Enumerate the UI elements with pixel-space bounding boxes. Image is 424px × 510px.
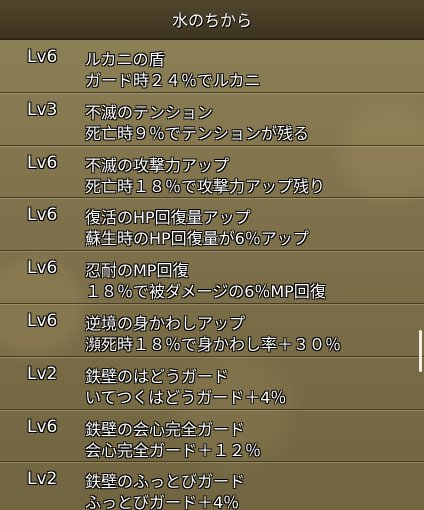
skill-level: Lv6: [27, 258, 58, 279]
skill-level: Lv6: [27, 416, 58, 437]
skill-row[interactable]: Lv6 忍耐のMP回復 １８％で被ダメージの6％MP回復: [0, 251, 424, 304]
page-title: 水のちから: [171, 11, 252, 30]
panel-header: 水のちから: [0, 0, 424, 40]
skill-description: 死亡時１８％で攻撃力アップ残り: [85, 176, 326, 196]
skill-description: 瀕死時１８％で身かわし率＋３０％: [85, 334, 342, 354]
skill-row[interactable]: Lv6 逆境の身かわしアップ 瀕死時１８％で身かわし率＋３０％: [0, 304, 424, 357]
skill-level: Lv3: [27, 99, 58, 120]
skill-description: いてつくはどうガード＋4％: [85, 387, 287, 407]
skill-row[interactable]: Lv2 鉄壁のはどうガード いてつくはどうガード＋4％: [0, 357, 424, 410]
skill-description: ふっとびガード＋4％: [85, 493, 240, 510]
skill-description: 死亡時９％でテンションが残る: [85, 123, 310, 143]
skill-level: Lv6: [27, 205, 58, 226]
skill-level: Lv2: [27, 469, 58, 490]
skill-list[interactable]: Lv6 ルカニの盾 ガード時２４％でルカニ Lv3 不滅のテンション 死亡時９％…: [0, 40, 424, 510]
skill-row[interactable]: Lv6 鉄壁の会心完全ガード 会心完全ガード＋１２％: [0, 410, 424, 463]
skill-description: 蘇生時のHP回復量が6％アップ: [85, 229, 309, 249]
skill-row[interactable]: Lv6 復活のHP回復量アップ 蘇生時のHP回復量が6％アップ: [0, 198, 424, 252]
scrollbar[interactable]: [419, 330, 422, 372]
skill-row[interactable]: Lv3 不滅のテンション 死亡時９％でテンションが残る: [0, 93, 424, 146]
skill-description: ガード時２４％でルカニ: [85, 71, 261, 90]
skill-level: Lv2: [27, 363, 58, 384]
skill-row[interactable]: Lv6 ルカニの盾 ガード時２４％でルカニ: [0, 40, 424, 93]
skill-level: Lv6: [27, 152, 58, 173]
skill-row[interactable]: Lv6 不滅の攻撃力アップ 死亡時１８％で攻撃力アップ残り: [0, 146, 424, 199]
skill-panel: 水のちから Lv6 ルカニの盾 ガード時２４％でルカニ Lv3 不滅のテンション…: [0, 0, 424, 510]
skill-level: Lv6: [27, 310, 58, 331]
skill-description: １８％で被ダメージの6％MP回復: [85, 282, 326, 302]
skill-description: 会心完全ガード＋１２％: [85, 440, 262, 460]
skill-level: Lv6: [27, 47, 58, 67]
skill-row[interactable]: Lv2 鉄壁のふっとびガード ふっとびガード＋4％: [0, 462, 424, 510]
